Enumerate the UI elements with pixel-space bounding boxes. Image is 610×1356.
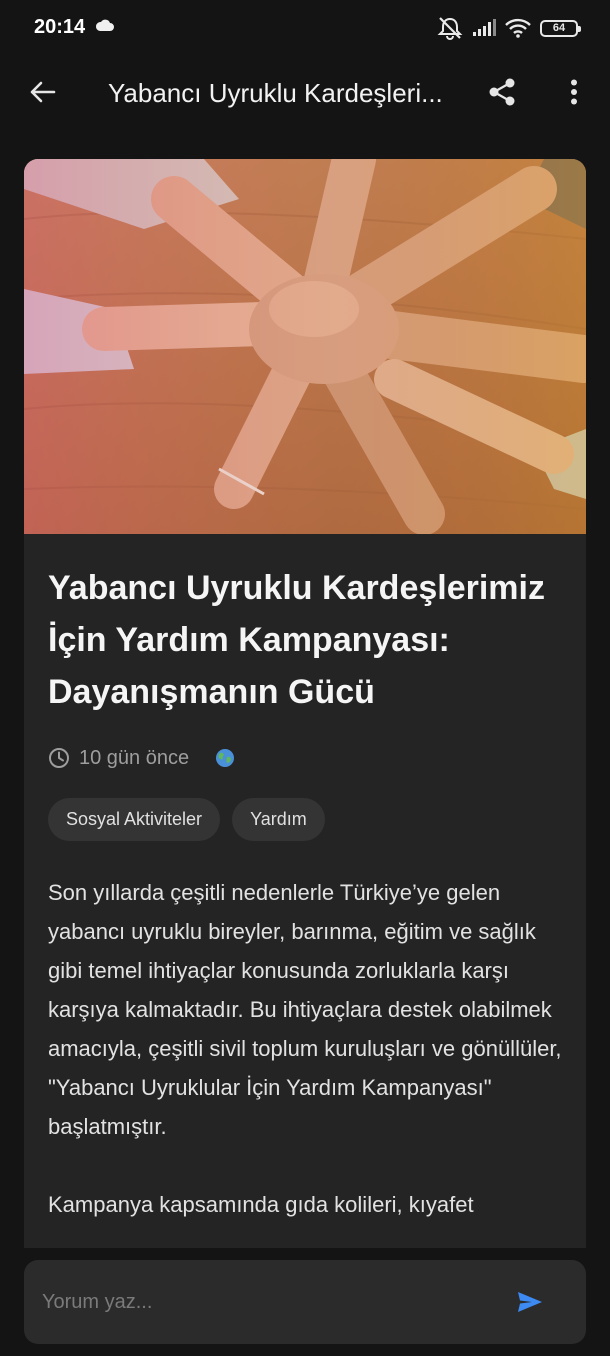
more-vert-icon: [571, 79, 577, 105]
hero-image: [24, 159, 586, 534]
app-bar: Yabancı Uyruklu Kardeşleri...: [0, 56, 610, 132]
mute-icon: [437, 17, 463, 40]
article-card: Yabancı Uyruklu Kardeşlerimiz İçin Yardı…: [24, 159, 586, 1248]
article-paragraph: Kampanya kapsamında gıda kolileri, kıyaf…: [48, 1192, 474, 1217]
status-icons: 64: [437, 14, 581, 42]
published-time: 10 gün önce: [79, 746, 190, 769]
share-button[interactable]: [482, 72, 522, 112]
battery-level: 64: [552, 22, 566, 34]
article-content: Yabancı Uyruklu Kardeşlerimiz İçin Yardı…: [24, 534, 586, 1224]
article-body: Son yıllarda çeşitli nedenlerle Türkiye’…: [48, 873, 562, 1224]
article-title: Yabancı Uyruklu Kardeşlerimiz İçin Yardı…: [48, 569, 545, 711]
app-bar-title: Yabancı Uyruklu Kardeşleri...: [108, 78, 443, 108]
send-button[interactable]: [510, 1284, 550, 1320]
send-icon: [518, 1292, 542, 1312]
hands-together-image: [24, 159, 586, 534]
tag-chip[interactable]: Yardım: [232, 798, 325, 841]
share-icon: [489, 78, 515, 106]
signal-icon: [473, 19, 496, 36]
back-button[interactable]: [22, 72, 62, 112]
more-options-button[interactable]: [554, 72, 594, 112]
tag-list: Sosyal Aktiviteler Yardım: [48, 798, 562, 841]
status-bar: 20:14 64: [0, 0, 610, 56]
comment-input[interactable]: [42, 1282, 482, 1322]
tag-chip[interactable]: Sosyal Aktiviteler: [48, 798, 221, 841]
back-arrow-icon: [30, 81, 56, 103]
comment-bar: [24, 1260, 586, 1344]
status-time: 20:14: [34, 16, 86, 38]
clock-icon: [49, 748, 69, 768]
battery-icon: 64: [540, 19, 581, 37]
cloud-icon: [95, 19, 114, 31]
article-meta: 10 gün önce: [48, 744, 562, 772]
globe-icon: [216, 749, 235, 767]
wifi-icon: [505, 18, 531, 38]
article-paragraph: Son yıllarda çeşitli nedenlerle Türkiye’…: [48, 880, 562, 1139]
